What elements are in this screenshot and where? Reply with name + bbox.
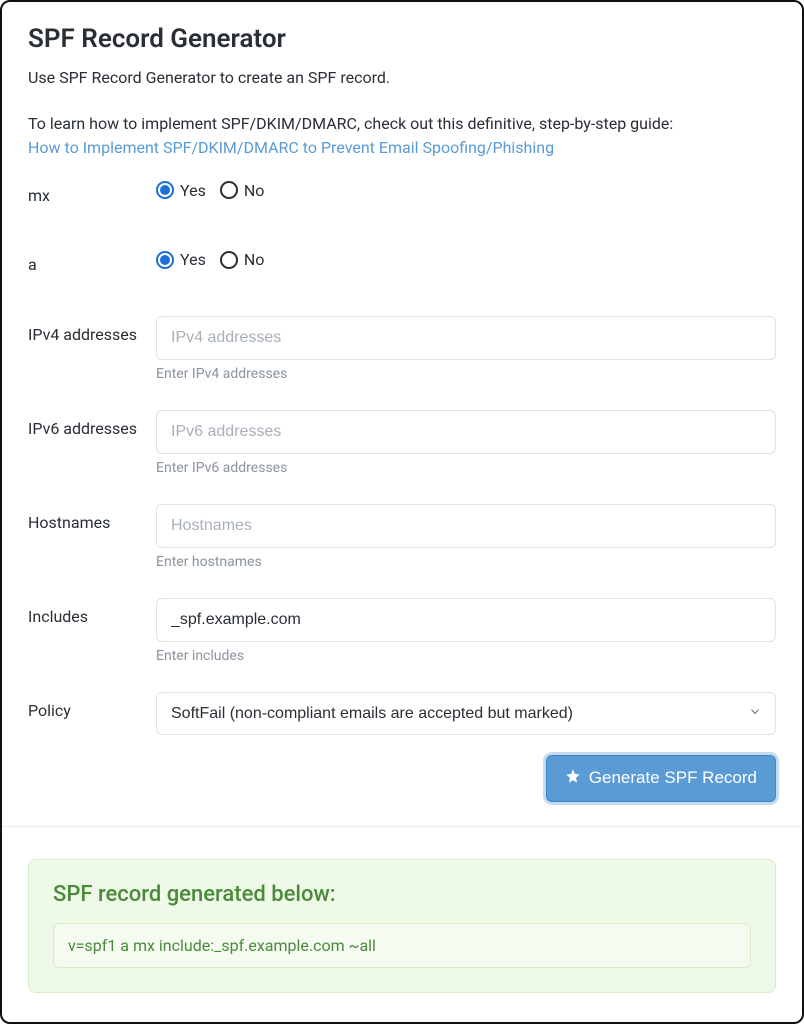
field-mx: mx Yes No [28,177,776,207]
intro-line-1: Use SPF Record Generator to create an SP… [28,66,776,89]
label-ipv4: IPv4 addresses [28,316,156,346]
policy-select[interactable]: SoftFail (non-compliant emails are accep… [156,692,776,735]
radio-mx-yes-label: Yes [180,181,206,200]
field-policy: Policy SoftFail (non-compliant emails ar… [28,692,776,735]
field-ipv4: IPv4 addresses Enter IPv4 addresses [28,316,776,382]
radio-mx-no[interactable]: No [220,181,265,200]
label-hostnames: Hostnames [28,504,156,534]
result-title: SPF record generated below: [53,882,751,907]
label-a: a [28,246,156,276]
result-output[interactable]: v=spf1 a mx include:_spf.example.com ~al… [53,923,751,968]
radio-a-no[interactable]: No [220,250,265,269]
generate-button[interactable]: Generate SPF Record [546,755,776,802]
radio-a-no-label: No [244,250,265,269]
radio-circle-icon [220,181,238,199]
radio-a-yes[interactable]: Yes [156,250,206,269]
ipv6-input[interactable] [156,410,776,454]
generate-button-label: Generate SPF Record [589,768,757,788]
radio-mx-yes[interactable]: Yes [156,181,206,200]
field-hostnames: Hostnames Enter hostnames [28,504,776,570]
section-divider [2,826,802,827]
field-a: a Yes No [28,246,776,276]
intro-guide-link[interactable]: How to Implement SPF/DKIM/DMARC to Preve… [28,138,554,157]
page-title: SPF Record Generator [28,24,776,54]
ipv6-help: Enter IPv6 addresses [156,460,776,476]
field-ipv6: IPv6 addresses Enter IPv6 addresses [28,410,776,476]
intro-block: Use SPF Record Generator to create an SP… [28,66,776,159]
radio-mx-no-label: No [244,181,265,200]
includes-help: Enter includes [156,648,776,664]
spf-form: mx Yes No a Yes [28,177,776,802]
ipv4-help: Enter IPv4 addresses [156,366,776,382]
label-ipv6: IPv6 addresses [28,410,156,440]
intro-line-2: To learn how to implement SPF/DKIM/DMARC… [28,112,776,158]
radio-circle-icon [156,181,174,199]
radio-circle-icon [220,251,238,269]
radio-group-a: Yes No [156,246,776,269]
radio-group-mx: Yes No [156,177,776,200]
intro-line-2-text: To learn how to implement SPF/DKIM/DMARC… [28,114,673,133]
hostnames-help: Enter hostnames [156,554,776,570]
radio-circle-icon [156,251,174,269]
result-panel: SPF record generated below: v=spf1 a mx … [28,859,776,993]
radio-a-yes-label: Yes [180,250,206,269]
action-bar: Generate SPF Record [28,755,776,802]
label-policy: Policy [28,692,156,722]
includes-input[interactable] [156,598,776,642]
label-mx: mx [28,177,156,207]
label-includes: Includes [28,598,156,628]
field-includes: Includes Enter includes [28,598,776,664]
hostnames-input[interactable] [156,504,776,548]
star-icon [565,768,581,789]
ipv4-input[interactable] [156,316,776,360]
